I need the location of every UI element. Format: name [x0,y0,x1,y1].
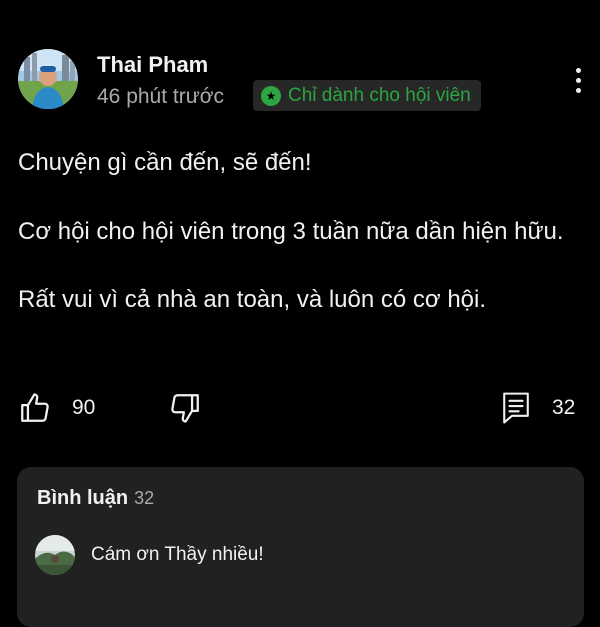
thumbs-up-icon [21,393,49,422]
dislike-button[interactable] [168,388,202,428]
post-paragraph: Cơ hội cho hội viên trong 3 tuần nữa dần… [18,218,564,245]
comments-count: 32 [134,488,155,508]
comments-panel[interactable]: Bình luận 32 Cám ơn Thầy nhiều! [17,467,584,627]
more-vertical-icon [575,67,581,73]
more-options-button[interactable] [564,62,592,98]
comments-heading: Bình luận 32 [37,487,154,510]
members-only-badge[interactable]: ★ Chỉ dành cho hội viên [253,80,481,111]
members-only-label: Chỉ dành cho hội viên [288,85,471,106]
comment-count: 32 [552,396,576,419]
post-paragraph: Chuyện gì cần đến, sẽ đến! [18,149,312,176]
comment-button[interactable]: 32 [500,388,575,428]
comment-item[interactable]: Cám ơn Thầy nhiều! [35,535,264,575]
author-avatar[interactable] [18,49,78,109]
post-paragraph: Rất vui vì cả nhà an toàn, và luôn có cơ… [18,286,487,313]
post-timestamp: 46 phút trước [97,85,225,108]
post-actions: 90 32 [0,388,600,428]
commenter-avatar[interactable] [35,535,75,575]
like-button[interactable]: 90 [18,388,95,428]
like-count: 90 [72,396,96,419]
thumbs-down-icon [171,394,199,423]
author-name[interactable]: Thai Pham [97,52,208,78]
star-icon: ★ [261,85,281,106]
comments-title: Bình luận [37,487,129,509]
post-body: Chuyện gì cần đến, sẽ đến! Cơ hội cho hộ… [18,146,578,351]
post-header: Thai Pham 46 phút trước ★ Chỉ dành cho h… [0,0,600,120]
comment-icon [503,392,529,424]
comment-text: Cám ơn Thầy nhiều! [91,544,264,565]
